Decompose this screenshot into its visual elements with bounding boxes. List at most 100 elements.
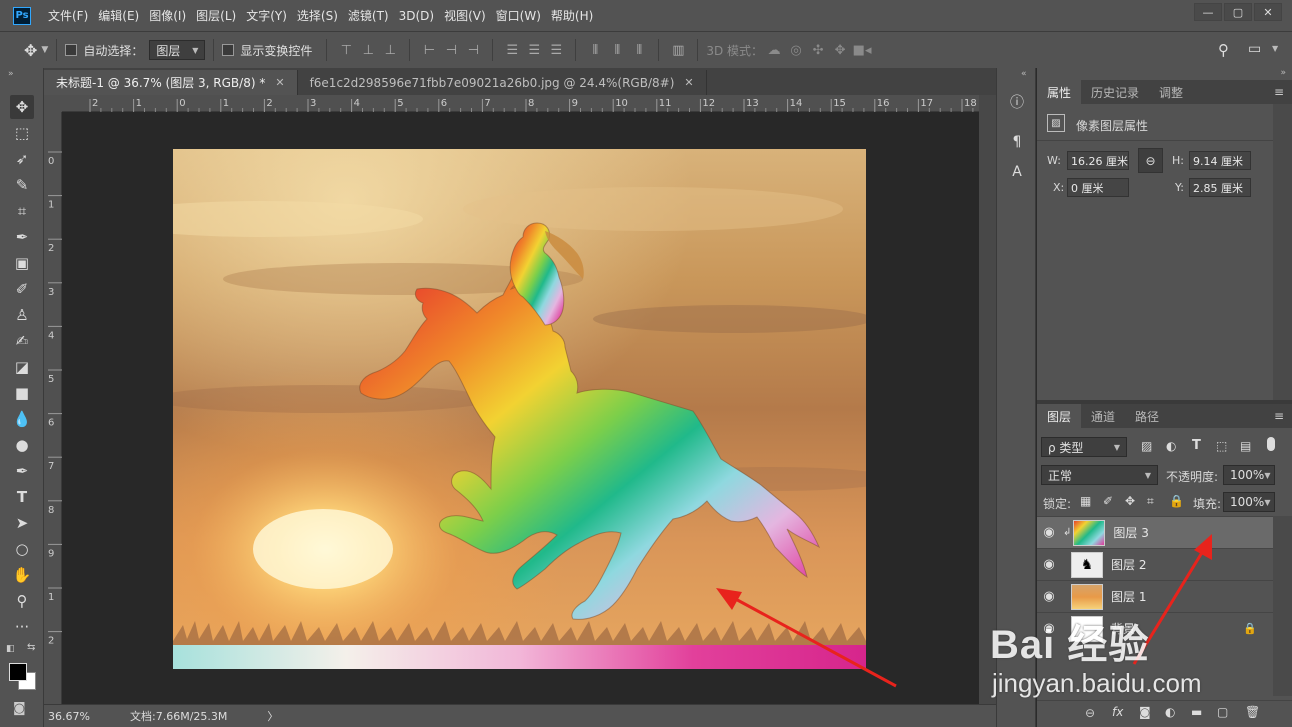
default-colors-icon[interactable]: ◧ (6, 644, 15, 654)
link-layers-icon[interactable]: ⊖ (1085, 706, 1095, 720)
tab-adjustments[interactable]: 调整 (1149, 80, 1193, 104)
lock-position-icon[interactable]: ✥ (1125, 494, 1135, 508)
quick-mask-icon[interactable]: ◙ (13, 701, 26, 716)
workspace-icon[interactable]: ▭ (1248, 41, 1261, 57)
menu-view[interactable]: 视图(V) (439, 0, 491, 31)
close-icon[interactable]: ✕ (275, 76, 284, 89)
lock-all-icon[interactable]: 🔒 (1169, 494, 1184, 508)
quick-select-tool-icon[interactable]: ✎ (10, 173, 34, 197)
chevron-down-icon[interactable]: ▼ (41, 45, 48, 55)
filter-shape-icon[interactable]: ⬚ (1216, 439, 1227, 453)
layers-scrollbar[interactable] (1273, 516, 1292, 696)
close-icon[interactable]: ✕ (684, 76, 693, 89)
tab-channels[interactable]: 通道 (1081, 404, 1125, 428)
gradient-tool-icon[interactable]: ■ (10, 381, 34, 405)
new-group-icon[interactable]: ▬ (1191, 705, 1202, 719)
distribute-vcenter-icon[interactable]: ☰ (523, 40, 545, 60)
y-field[interactable]: 2.85 厘米 (1189, 178, 1251, 197)
collapse-icon[interactable]: « (1021, 69, 1027, 79)
fx-icon[interactable]: fx (1112, 705, 1123, 719)
3d-roll-icon[interactable]: ◎ (785, 40, 807, 60)
zoom-level[interactable]: 36.67% (48, 710, 118, 723)
eye-icon[interactable]: ◉ (1037, 589, 1061, 604)
ruler-origin[interactable] (44, 95, 62, 112)
crop-tool-icon[interactable]: ⌗ (10, 199, 34, 223)
tab-paths[interactable]: 路径 (1125, 404, 1169, 428)
stamp-tool-icon[interactable]: ♙ (10, 303, 34, 327)
blur-tool-icon[interactable]: 💧 (10, 407, 34, 431)
auto-select-checkbox[interactable] (65, 44, 78, 56)
distribute-bottom-icon[interactable]: ☰ (545, 40, 567, 60)
more-tools-icon[interactable]: ··· (10, 615, 34, 639)
filter-toggle-icon[interactable] (1267, 437, 1275, 451)
character-icon[interactable]: A (1005, 160, 1029, 184)
filter-pixel-icon[interactable]: ▨ (1141, 439, 1152, 453)
align-top-icon[interactable]: ⊤ (335, 40, 357, 60)
blend-mode-dropdown[interactable]: 正常 ▼ (1041, 465, 1158, 485)
align-vcenter-icon[interactable]: ⊥ (357, 40, 379, 60)
eye-icon[interactable]: ◉ (1037, 621, 1061, 636)
auto-align-icon[interactable]: ▥ (667, 40, 689, 60)
maximize-icon[interactable]: ▢ (1224, 3, 1252, 21)
paragraph-icon[interactable]: ¶ (1005, 130, 1029, 154)
collapse-icon[interactable]: » (8, 69, 14, 79)
eye-icon[interactable]: ◉ (1037, 525, 1061, 540)
filter-smartobject-icon[interactable]: ▤ (1240, 439, 1251, 453)
swap-colors-icon[interactable]: ⇆ (27, 642, 35, 653)
align-left-icon[interactable]: ⊢ (418, 40, 440, 60)
close-icon[interactable]: ✕ (1254, 3, 1282, 21)
link-dimensions-icon[interactable]: ⊖ (1138, 148, 1163, 173)
height-field[interactable]: 9.14 厘米 (1189, 151, 1251, 170)
fill-field[interactable]: 100% ▼ (1223, 492, 1275, 512)
eraser-tool-icon[interactable]: ◪ (10, 355, 34, 379)
minimize-icon[interactable]: — (1194, 3, 1222, 21)
marquee-tool-icon[interactable]: ⬚ (10, 121, 34, 145)
trash-icon[interactable]: 🗑 (1245, 705, 1260, 719)
opacity-field[interactable]: 100% ▼ (1223, 465, 1275, 485)
panel-menu-icon[interactable]: ≡ (1274, 85, 1284, 99)
menu-3d[interactable]: 3D(D) (394, 0, 439, 31)
pen-tool-icon[interactable]: ✒ (10, 459, 34, 483)
3d-camera-icon[interactable]: ■◂ (851, 40, 873, 60)
hand-tool-icon[interactable]: ✋ (10, 563, 34, 587)
panel-menu-icon[interactable]: ≡ (1274, 409, 1284, 423)
vertical-ruler[interactable]: 0 1 2 3 4 5 6 7 8 9 1 2 (44, 112, 62, 704)
menu-file[interactable]: 文件(F) (43, 0, 93, 31)
search-icon[interactable]: ⚲ (1218, 41, 1229, 59)
menu-filter[interactable]: 滤镜(T) (343, 0, 394, 31)
lock-artboard-icon[interactable]: ⌗ (1147, 494, 1154, 509)
patch-tool-icon[interactable]: ▣ (10, 251, 34, 275)
brush-tool-icon[interactable]: ✐ (10, 277, 34, 301)
tab-untitled-1[interactable]: 未标题-1 @ 36.7% (图层 3, RGB/8) * ✕ (44, 70, 298, 95)
vertical-scrollbar[interactable] (979, 95, 996, 704)
canvas-area[interactable] (62, 112, 979, 704)
3d-drag-icon[interactable]: ✣ (807, 40, 829, 60)
auto-select-dropdown[interactable]: 图层 ▼ (149, 40, 206, 60)
menu-type[interactable]: 文字(Y) (241, 0, 292, 31)
layer-filter-dropdown[interactable]: ρ 类型 ▼ (1041, 437, 1127, 457)
move-tool-icon[interactable]: ✥ (10, 95, 34, 119)
collapse-icon[interactable]: » (1280, 68, 1286, 78)
status-expand-arrow[interactable]: 〉 (267, 708, 278, 724)
tab-jpg-file[interactable]: f6e1c2d298596e71fbb7e09021a26b0.jpg @ 24… (297, 70, 707, 95)
width-field[interactable]: 16.26 厘米 (1067, 151, 1129, 170)
adjustment-layer-icon[interactable]: ◐ (1165, 705, 1175, 719)
menu-layer[interactable]: 图层(L) (191, 0, 241, 31)
dodge-tool-icon[interactable]: ● (10, 433, 34, 457)
align-hcenter-icon[interactable]: ⊣ (440, 40, 462, 60)
add-mask-icon[interactable]: ◙ (1139, 705, 1151, 719)
3d-slide-icon[interactable]: ✥ (829, 40, 851, 60)
path-select-tool-icon[interactable]: ➤ (10, 511, 34, 535)
move-tool-icon[interactable]: ✥ (24, 41, 37, 60)
align-right-icon[interactable]: ⊣ (462, 40, 484, 60)
lock-image-icon[interactable]: ✐ (1103, 494, 1113, 508)
menu-image[interactable]: 图像(I) (144, 0, 191, 31)
menu-help[interactable]: 帮助(H) (546, 0, 598, 31)
eye-icon[interactable]: ◉ (1037, 557, 1061, 572)
zoom-tool-icon[interactable]: ⚲ (10, 589, 34, 613)
new-layer-icon[interactable]: ▢ (1217, 705, 1228, 719)
show-transform-checkbox[interactable] (222, 44, 235, 56)
tab-layers[interactable]: 图层 (1037, 404, 1082, 428)
menu-select[interactable]: 选择(S) (292, 0, 343, 31)
filter-type-icon[interactable]: T (1192, 438, 1201, 453)
